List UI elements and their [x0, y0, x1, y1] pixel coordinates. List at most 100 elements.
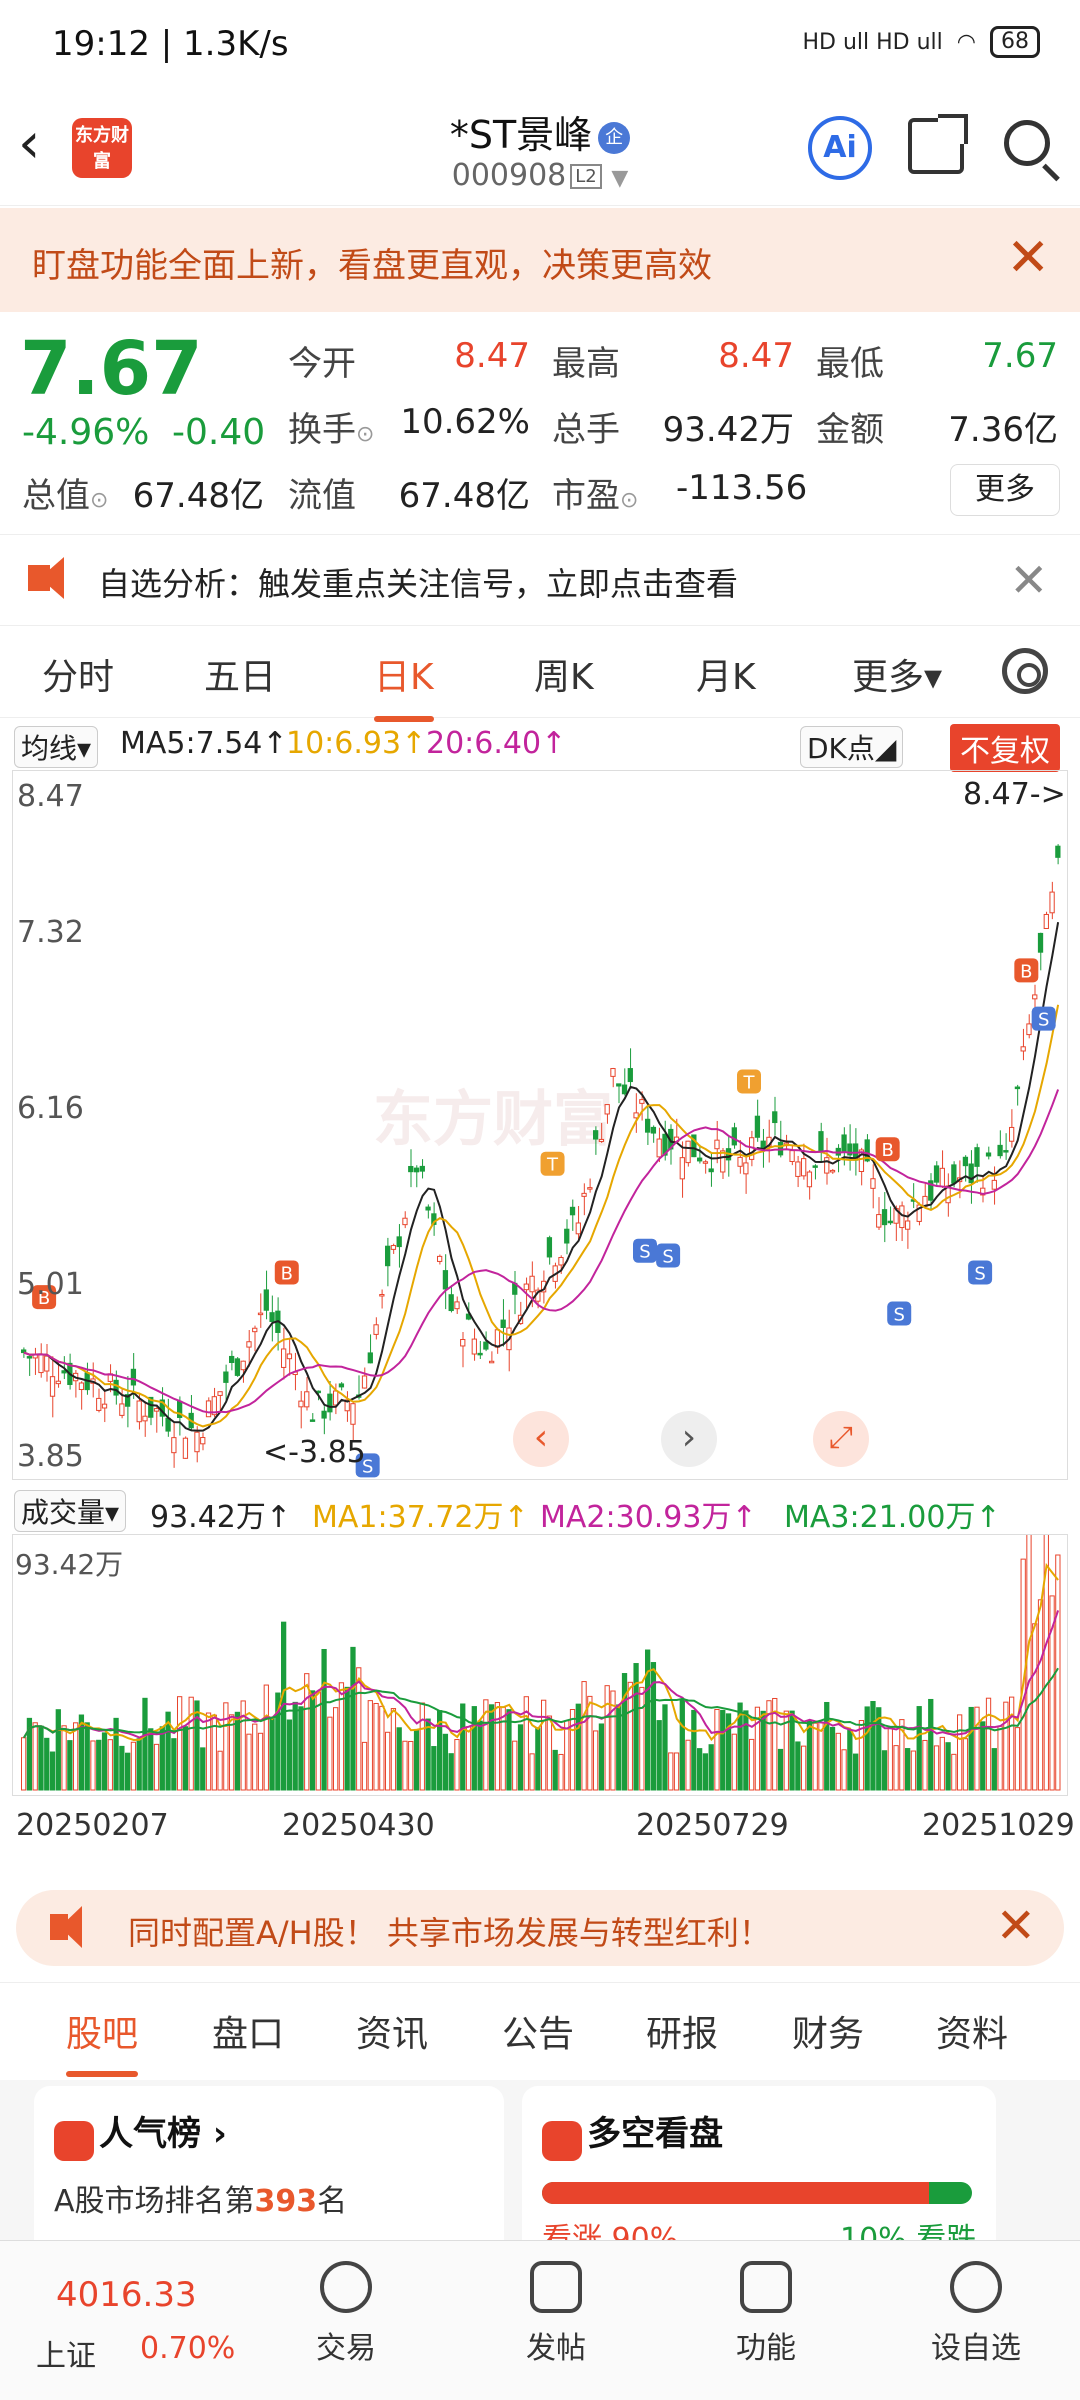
candle [708, 1168, 714, 1173]
y-tick: 7.32 [17, 915, 84, 950]
tab-announcements[interactable]: 公告 [502, 2005, 574, 2057]
wifi-icon: ◠ [956, 29, 976, 55]
candle [396, 1236, 402, 1248]
analysis-text: 自选分析：触发重点关注信号，立即点击查看 [98, 565, 739, 603]
index-name[interactable]: 上证 [36, 2331, 96, 2375]
feature-notice-banner[interactable]: 盯盘功能全面上新，看盘更直观，决策更高效 ✕ [0, 208, 1080, 312]
search-icon[interactable] [1004, 120, 1050, 166]
tab-more[interactable]: 更多▾ [852, 648, 942, 700]
kline-chart[interactable]: 东方财富 BTBSSTSSTBSSBS 8.47 7.32 6.16 5.01 … [12, 770, 1068, 1480]
stock-header: ‹ 东方财富 *ST景峰企 000908 L2 ▼ Ai [0, 92, 1080, 206]
sentiment-bar [542, 2182, 972, 2204]
nav-functions[interactable]: 功能 [686, 2261, 846, 2367]
candle [153, 1408, 160, 1412]
volume-dropdown[interactable]: 成交量▾ [14, 1490, 127, 1532]
volume-bar [252, 1723, 258, 1791]
volume-bar [731, 1733, 737, 1791]
volume-bar [194, 1700, 200, 1791]
candle [1049, 891, 1055, 914]
market-cap-label: 总值⊙ [22, 468, 108, 517]
y-tick: 3.85 [17, 1439, 84, 1474]
candle [772, 1111, 778, 1124]
volume-bar [327, 1716, 333, 1791]
volume-bar [806, 1720, 813, 1791]
sentiment-card[interactable]: 多空看盘 看涨 90% 10% 看跌 [522, 2086, 996, 2240]
candle [679, 1157, 685, 1180]
y-tick: 6.16 [17, 1091, 84, 1126]
candle [101, 1403, 108, 1409]
candle [564, 1228, 570, 1244]
volume-max-label: 93.42万 [15, 1548, 124, 1581]
candle [55, 1380, 61, 1385]
nav-add-watchlist[interactable]: 设自选 [896, 2261, 1056, 2367]
chevron-right-icon[interactable]: › [661, 1411, 717, 1467]
volume-bar [957, 1714, 963, 1791]
promo-banner[interactable]: 同时配置A/H股！ 共享市场发展与转型红利！ ✕ [16, 1890, 1064, 1966]
tab-monthly-k[interactable]: 月K [696, 648, 756, 700]
volume-bar [743, 1710, 749, 1791]
volume-chart[interactable]: 93.42万 [12, 1534, 1068, 1796]
signal-marker-label: S [639, 1242, 650, 1263]
tab-five-day[interactable]: 五日 [204, 648, 276, 700]
ma20-value: 20:6.40↑ [426, 726, 567, 761]
volume-bar [749, 1738, 755, 1791]
close-icon[interactable]: ✕ [996, 1898, 1036, 1954]
volume-bar [413, 1729, 420, 1791]
close-icon[interactable]: ✕ [1009, 553, 1048, 607]
adjust-toggle[interactable]: 不复权 [950, 724, 1060, 772]
tab-news[interactable]: 资讯 [356, 2005, 428, 2057]
tab-orderbook[interactable]: 盘口 [212, 2005, 284, 2057]
candle [529, 1275, 535, 1293]
dk-dropdown[interactable]: DK点◢ [800, 726, 904, 768]
candle [309, 1419, 316, 1422]
tab-forum[interactable]: 股吧 [66, 2005, 139, 2077]
vol-ma2: MA2:30.93万↑ [540, 1500, 757, 1535]
index-value[interactable]: 4016.33 [56, 2275, 197, 2315]
ma-dropdown[interactable]: 均线▾ [14, 726, 99, 768]
share-icon[interactable] [908, 114, 968, 174]
candle [240, 1360, 246, 1371]
gear-icon[interactable] [1002, 648, 1048, 694]
tab-weekly-k[interactable]: 周K [534, 648, 594, 700]
info-icon[interactable]: ⊙ [356, 422, 374, 447]
volume-bar [922, 1739, 928, 1791]
volume-bar [425, 1718, 431, 1791]
info-icon[interactable]: ⊙ [620, 488, 638, 513]
info-icon[interactable]: ⊙ [90, 488, 108, 513]
chevron-left-icon[interactable]: ‹ [513, 1411, 569, 1467]
tab-financials[interactable]: 财务 [792, 2005, 864, 2057]
close-icon[interactable]: ✕ [1006, 228, 1050, 288]
candle [413, 1167, 420, 1173]
nav-trade[interactable]: 交易 [266, 2261, 426, 2367]
tab-intraday[interactable]: 分时 [42, 648, 114, 700]
volume-bar [616, 1704, 622, 1791]
volume-bar [350, 1646, 356, 1791]
candle [593, 1130, 599, 1140]
nav-post[interactable]: 发帖 [476, 2261, 636, 2367]
signal-marker-label: S [662, 1247, 673, 1268]
popularity-card[interactable]: 人气榜 › A股市场排名第393名 [34, 2086, 504, 2240]
candle [951, 1164, 957, 1184]
more-button[interactable]: 更多 [950, 464, 1060, 516]
sentiment-title-text: 多空看盘 [587, 2114, 724, 2154]
candle [905, 1220, 911, 1230]
candle [350, 1403, 356, 1425]
candle [714, 1139, 720, 1150]
tab-daily-k[interactable]: 日K [374, 648, 434, 722]
tab-research[interactable]: 研报 [646, 2005, 718, 2057]
candle [933, 1165, 940, 1183]
analysis-banner[interactable]: 自选分析：触发重点关注信号，立即点击查看 ✕ [0, 534, 1080, 626]
volume-bar [1026, 1535, 1032, 1791]
volume-bar [679, 1699, 685, 1791]
volume-bar [777, 1748, 784, 1791]
candle [610, 1068, 616, 1077]
volume-bar [61, 1725, 67, 1791]
candle [829, 1169, 836, 1173]
volume-bar [905, 1748, 911, 1791]
date-tick: 20250207 [16, 1808, 169, 1843]
index-percent[interactable]: 0.70% [140, 2331, 235, 2366]
volume-bar [575, 1703, 581, 1791]
expand-icon[interactable]: ⤢ [813, 1411, 869, 1467]
ai-button[interactable]: Ai [808, 116, 872, 180]
tab-profile[interactable]: 资料 [936, 2005, 1008, 2057]
